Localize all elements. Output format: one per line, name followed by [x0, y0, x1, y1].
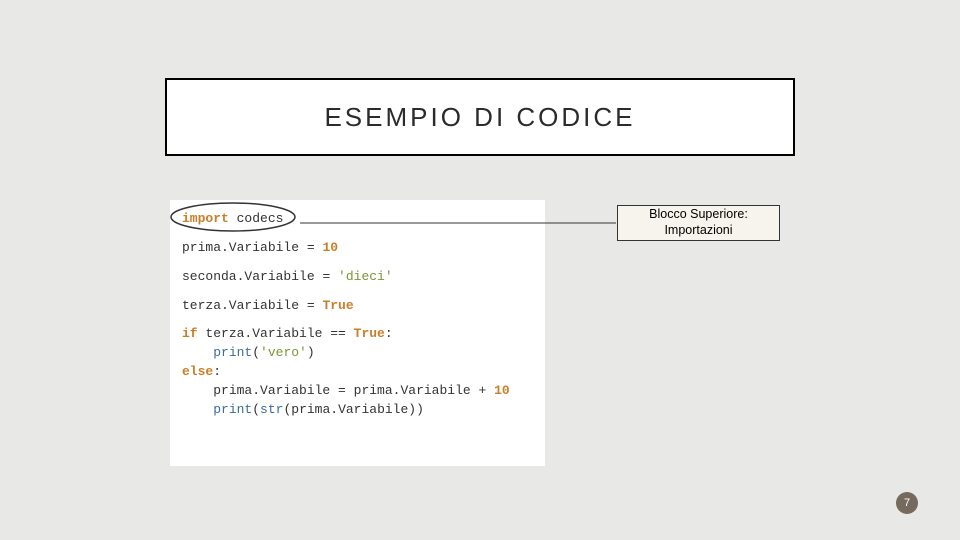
fn-str: str: [260, 402, 283, 417]
blank-line: [182, 315, 533, 325]
var-name: seconda.Variabile: [182, 269, 322, 284]
code-line-print-str: print(str(prima.Variabile)): [182, 401, 533, 420]
code-line-assign: prima.Variabile = prima.Variabile + 10: [182, 382, 533, 401]
var-name: prima.Variabile: [354, 383, 479, 398]
slide-title-box: ESEMPIO DI CODICE: [165, 78, 795, 156]
code-line-if: if terza.Variabile == True:: [182, 325, 533, 344]
code-line-else: else:: [182, 363, 533, 382]
slide-title: ESEMPIO DI CODICE: [324, 102, 635, 133]
blank-line: [182, 258, 533, 268]
bool-literal: True: [322, 298, 353, 313]
op: ==: [330, 326, 353, 341]
code-line-2: prima.Variabile = 10: [182, 239, 533, 258]
blank-line: [182, 287, 533, 297]
code-line-3: seconda.Variabile = 'dieci': [182, 268, 533, 287]
op: =: [307, 298, 323, 313]
blank-line: [182, 229, 533, 239]
colon: :: [385, 326, 393, 341]
int-literal: 10: [322, 240, 338, 255]
import-module: codecs: [229, 211, 284, 226]
colon: :: [213, 364, 221, 379]
paren: (: [252, 345, 260, 360]
page-number: 7: [904, 497, 910, 509]
code-line-import: import codecs: [182, 210, 533, 229]
indent: [182, 402, 213, 417]
var-name: prima.Variabile: [182, 240, 307, 255]
paren: (: [252, 402, 260, 417]
code-line-4: terza.Variabile = True: [182, 297, 533, 316]
var-name: terza.Variabile: [198, 326, 331, 341]
op: +: [478, 383, 494, 398]
indent: [182, 383, 213, 398]
int-literal: 10: [494, 383, 510, 398]
op: =: [307, 240, 323, 255]
op: =: [338, 383, 354, 398]
indent: [182, 345, 213, 360]
page-number-badge: 7: [896, 492, 918, 514]
paren: ): [307, 345, 315, 360]
code-snippet: import codecs prima.Variabile = 10 secon…: [170, 200, 545, 466]
fn-print: print: [213, 402, 252, 417]
annotation-line1: Blocco Superiore:: [649, 207, 748, 223]
paren: ): [416, 402, 424, 417]
paren: ): [408, 402, 416, 417]
keyword-if: if: [182, 326, 198, 341]
var-name: prima.Variabile: [291, 402, 408, 417]
fn-print: print: [213, 345, 252, 360]
annotation-line2: Importazioni: [664, 223, 732, 239]
annotation-callout: Blocco Superiore: Importazioni: [617, 205, 780, 241]
keyword-import: import: [182, 211, 229, 226]
string-literal: 'dieci': [338, 269, 393, 284]
var-name: prima.Variabile: [213, 383, 338, 398]
var-name: terza.Variabile: [182, 298, 307, 313]
code-line-print-vero: print('vero'): [182, 344, 533, 363]
bool-literal: True: [354, 326, 385, 341]
op: =: [322, 269, 338, 284]
string-literal: 'vero': [260, 345, 307, 360]
keyword-else: else: [182, 364, 213, 379]
